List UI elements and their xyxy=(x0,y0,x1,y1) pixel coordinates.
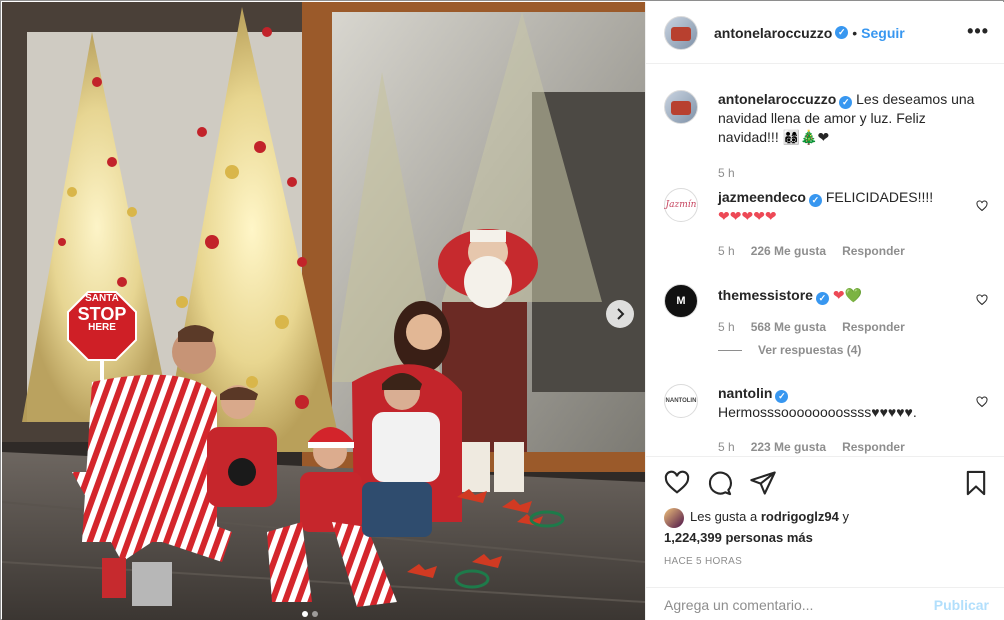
post-photo[interactable]: SANTA STOP HERE xyxy=(2,2,645,620)
sign-line-santa: SANTA xyxy=(85,293,119,304)
post-timestamp[interactable]: HACE 5 HORAS xyxy=(664,556,742,567)
comment-body: nantolin ✓ Hermosssoooooooossss♥♥♥♥♥. xyxy=(718,384,976,422)
like-comment-heart-icon[interactable] xyxy=(976,294,988,306)
comment-meta: 5 h 226 Me gusta Responder xyxy=(718,244,905,258)
comment-likes-count[interactable]: 223 Me gusta xyxy=(751,440,826,454)
liker-username[interactable]: rodrigoglz94 xyxy=(761,509,839,524)
publish-button[interactable]: Publicar xyxy=(934,597,989,613)
comment-text: ❤💚 xyxy=(832,287,862,303)
post-actions: Les gusta a rodrigoglz94 y 1,224,399 per… xyxy=(646,456,1004,620)
view-replies-label: Ver respuestas (4) xyxy=(758,343,862,357)
header-separator: • xyxy=(852,24,858,41)
comment-username[interactable]: nantolin xyxy=(718,385,772,401)
post-header: antonelaroccuzzo ✓ • Seguir ••• xyxy=(646,2,1004,64)
chevron-right-icon xyxy=(617,308,625,320)
comment-body: themessistore ✓ ❤💚 xyxy=(718,286,976,305)
view-replies-button[interactable]: Ver respuestas (4) xyxy=(718,343,861,357)
likes-count[interactable]: 1,224,399 personas más xyxy=(664,530,813,545)
comment-meta: 5 h 568 Me gusta Responder xyxy=(718,320,905,334)
comment-likes-count[interactable]: 226 Me gusta xyxy=(751,244,826,258)
comment-bubble-icon[interactable] xyxy=(704,469,734,497)
comment-text: FELICIDADES!!!! xyxy=(825,189,934,205)
comment-username[interactable]: themessistore xyxy=(718,287,813,303)
caption-body: antonelaroccuzzo ✓ Les deseamos una navid… xyxy=(718,90,976,147)
carousel-dot-active xyxy=(302,611,308,617)
verified-badge-icon: ✓ xyxy=(839,96,853,109)
add-comment-bar: Publicar xyxy=(646,587,1004,620)
author-avatar[interactable] xyxy=(664,15,698,50)
comments-list[interactable]: antonelaroccuzzo ✓ Les deseamos una navid… xyxy=(646,64,1004,456)
caption-meta: 5 h xyxy=(718,166,735,180)
reply-button[interactable]: Responder xyxy=(842,244,905,258)
commenter-avatar[interactable]: Jazmín xyxy=(664,188,698,222)
share-paper-plane-icon[interactable] xyxy=(748,469,778,497)
carousel-next-button[interactable] xyxy=(606,300,634,328)
comment-username[interactable]: jazmeendeco xyxy=(718,189,806,205)
stop-sign-text: SANTA STOP HERE xyxy=(68,293,136,334)
commenter-avatar[interactable]: NANTOLIN xyxy=(664,384,698,418)
comment-age: 5 h xyxy=(718,244,735,258)
reply-button[interactable]: Responder xyxy=(842,320,905,334)
caption-avatar[interactable] xyxy=(664,90,698,124)
comment-body: jazmeendeco ✓ FELICIDADES!!!! ❤❤❤❤❤ xyxy=(718,188,976,226)
comment-input[interactable] xyxy=(664,596,914,614)
comment-age: 5 h xyxy=(718,440,735,454)
like-comment-heart-icon[interactable] xyxy=(976,396,988,408)
verified-badge-icon: ✓ xyxy=(835,26,849,39)
comment-text-hearts: ❤❤❤❤❤ xyxy=(718,208,777,224)
follow-button[interactable]: Seguir xyxy=(861,25,905,41)
likes-prefix: Les gusta a xyxy=(690,509,758,524)
more-options-icon[interactable]: ••• xyxy=(967,22,989,40)
commenter-avatar[interactable]: M xyxy=(664,284,698,318)
liker-avatar[interactable] xyxy=(664,507,684,528)
carousel-dots xyxy=(302,611,318,617)
like-comment-heart-icon[interactable] xyxy=(976,200,988,212)
replies-line xyxy=(718,349,742,351)
sign-line-stop: STOP xyxy=(77,303,127,324)
carousel-dot xyxy=(312,611,318,617)
comment-meta: 5 h 223 Me gusta Responder xyxy=(718,440,905,454)
instagram-post-window: SANTA STOP HERE antonelaroccuzzo ✓ • Seg… xyxy=(0,0,1004,620)
likes-summary: Les gusta a rodrigoglz94 y 1,224,399 per… xyxy=(664,507,984,548)
author-username[interactable]: antonelaroccuzzo xyxy=(714,25,832,41)
likes-connector: y xyxy=(842,509,849,524)
sign-line-here: HERE xyxy=(88,322,116,334)
comment-text: Hermosssoooooooossss♥♥♥♥♥. xyxy=(718,404,917,420)
caption-username[interactable]: antonelaroccuzzo xyxy=(718,91,836,107)
verified-badge-icon: ✓ xyxy=(775,390,789,403)
action-icons xyxy=(662,469,990,499)
comment-age: 5 h xyxy=(718,320,735,334)
comment-likes-count[interactable]: 568 Me gusta xyxy=(751,320,826,334)
like-heart-icon[interactable] xyxy=(662,469,692,497)
reply-button[interactable]: Responder xyxy=(842,440,905,454)
post-side-panel: antonelaroccuzzo ✓ • Seguir ••• antonela… xyxy=(645,2,1004,620)
verified-badge-icon: ✓ xyxy=(808,194,822,207)
save-bookmark-icon[interactable] xyxy=(962,469,990,497)
caption-age: 5 h xyxy=(718,166,735,180)
verified-badge-icon: ✓ xyxy=(815,292,829,305)
